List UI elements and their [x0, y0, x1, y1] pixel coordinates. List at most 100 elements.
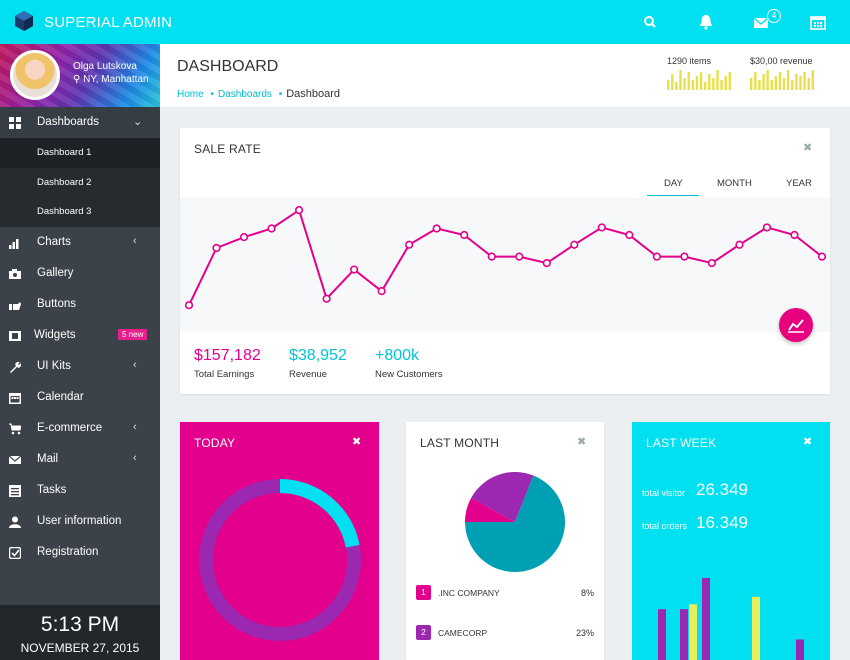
chart-action-button[interactable]	[779, 308, 813, 342]
legend-item: 2 CAMECORP 23%	[416, 625, 594, 645]
stat-items-sparkbars	[667, 70, 731, 90]
kpi-new-customers-value: +800k	[375, 347, 420, 364]
spark-bar	[811, 70, 814, 90]
data-point	[707, 258, 717, 268]
data-point	[487, 252, 496, 261]
chevron-left-icon: ‹	[133, 420, 137, 433]
today-card: TODAY ✖	[180, 422, 379, 660]
kpi-revenue-label: Revenue	[289, 369, 328, 380]
data-point	[350, 265, 359, 274]
bell-icon[interactable]	[696, 12, 716, 32]
page-title: DASHBOARD	[177, 58, 279, 75]
avatar[interactable]	[10, 50, 60, 100]
user-icon	[9, 516, 21, 528]
new-badge: 5 new	[118, 328, 148, 340]
breadcrumb-dashboards[interactable]: Dashboards	[218, 89, 272, 100]
spark-bar	[683, 78, 686, 90]
sidebar-item-registration[interactable]: Registration	[0, 537, 160, 568]
spark-bar	[699, 72, 703, 90]
chevron-left-icon: ‹	[133, 234, 137, 247]
spark-bar	[691, 80, 695, 90]
profile-panel: Olga Lutskova ⚲ NY, Manhattan	[0, 44, 160, 107]
tab-day[interactable]: DAY	[664, 178, 683, 189]
spark-bar	[750, 78, 753, 90]
sidebar-item-e-commerce[interactable]: E-commerce ‹	[0, 413, 160, 444]
tab-month[interactable]: MONTH	[717, 178, 752, 189]
sidebar-item-ui-kits[interactable]: UI Kits ‹	[0, 351, 160, 382]
spark-bar	[766, 70, 769, 90]
breadcrumb-home[interactable]: Home	[177, 89, 204, 100]
sidebar-item-label: Dashboards	[37, 116, 100, 128]
data-point	[239, 233, 249, 242]
week-bar	[680, 609, 688, 660]
cart-icon	[9, 423, 21, 434]
last-week-card: LAST WEEK ✖ total visitor 26.349 total o…	[632, 422, 830, 660]
total-visitor-value: 26.349	[696, 480, 748, 499]
sidebar-item-tasks[interactable]: Tasks	[0, 475, 160, 506]
total-orders-label: total orders	[642, 521, 688, 531]
data-point	[432, 224, 441, 233]
chevron-left-icon: ‹	[133, 358, 137, 371]
data-point	[817, 252, 827, 261]
data-point	[515, 252, 524, 261]
close-icon[interactable]: ✖	[803, 141, 812, 154]
envelope-icon	[9, 455, 21, 464]
spark-bar	[791, 80, 794, 90]
spark-bar	[667, 80, 670, 90]
sidebar-item-calendar[interactable]: Calendar	[0, 382, 160, 413]
check-square-icon	[9, 546, 21, 559]
data-point	[377, 287, 386, 296]
sidebar-item-charts[interactable]: Charts ‹	[0, 227, 160, 258]
sidebar-item-gallery[interactable]: Gallery	[0, 258, 160, 289]
week-bar	[689, 604, 697, 660]
sale-rate-line-chart	[184, 206, 827, 310]
stat-revenue-label: $30,00 revenue	[750, 56, 813, 66]
film-icon	[9, 330, 21, 341]
spark-bar	[762, 74, 765, 90]
close-icon[interactable]: ✖	[803, 435, 812, 448]
kpi-new-customers-label: New Customers	[375, 369, 443, 380]
breadcrumb-current: Dashboard	[286, 88, 341, 100]
spark-bar	[754, 72, 757, 90]
data-point	[597, 223, 606, 232]
data-point	[542, 258, 551, 268]
tab-year[interactable]: YEAR	[786, 178, 812, 189]
stat-items-label: 1290 items	[667, 56, 712, 66]
sidebar-item-user-information[interactable]: User information	[0, 506, 160, 537]
mail-badge: 4	[767, 9, 781, 23]
spark-bar	[687, 72, 690, 90]
sidebar-item-dashboards[interactable]: Dashboards ⌄	[0, 107, 160, 138]
search-icon[interactable]	[641, 12, 661, 32]
spark-bar	[778, 72, 782, 90]
spark-bar	[758, 80, 761, 90]
list-icon	[9, 484, 21, 497]
calendar-icon[interactable]	[808, 12, 828, 32]
spark-bar	[708, 74, 711, 90]
sidebar-subitem-dashboard-3[interactable]: Dashboard 3	[0, 197, 160, 227]
wrench-icon	[10, 361, 21, 373]
sale-rate-title: SALE RATE	[194, 142, 261, 156]
spark-bar	[774, 76, 778, 90]
sidebar-subitem-dashboard-1[interactable]: Dashboard 1	[0, 138, 160, 168]
sidebar-menu: Dashboards ⌄ Dashboard 1 Dashboard 2 Das…	[0, 107, 160, 568]
data-point	[625, 230, 634, 240]
trending-icon	[788, 319, 804, 333]
week-bar	[658, 609, 666, 660]
sidebar-subitem-dashboard-2[interactable]: Dashboard 2	[0, 167, 160, 197]
data-point	[184, 301, 194, 310]
sidebar-item-widgets[interactable]: Widgets 5 new	[0, 320, 160, 351]
close-icon[interactable]: ✖	[577, 435, 586, 448]
sale-rate-card: SALE RATE ✖ DAY MONTH YEAR $157,182 Tota…	[180, 128, 830, 394]
spark-bar	[799, 76, 802, 90]
spark-bar	[720, 80, 723, 90]
spark-bar	[786, 70, 790, 90]
sidebar-item-mail[interactable]: Mail ‹	[0, 444, 160, 475]
data-point	[570, 240, 579, 249]
location-pin-icon: ⚲	[73, 74, 81, 85]
spark-bar	[803, 72, 806, 90]
hand-pointer-icon	[9, 301, 21, 310]
brand-title: SUPERIAL ADMIN	[44, 14, 173, 31]
spark-bar	[716, 70, 719, 90]
sidebar-item-buttons[interactable]: Buttons	[0, 289, 160, 320]
active-tab-indicator	[647, 195, 699, 196]
